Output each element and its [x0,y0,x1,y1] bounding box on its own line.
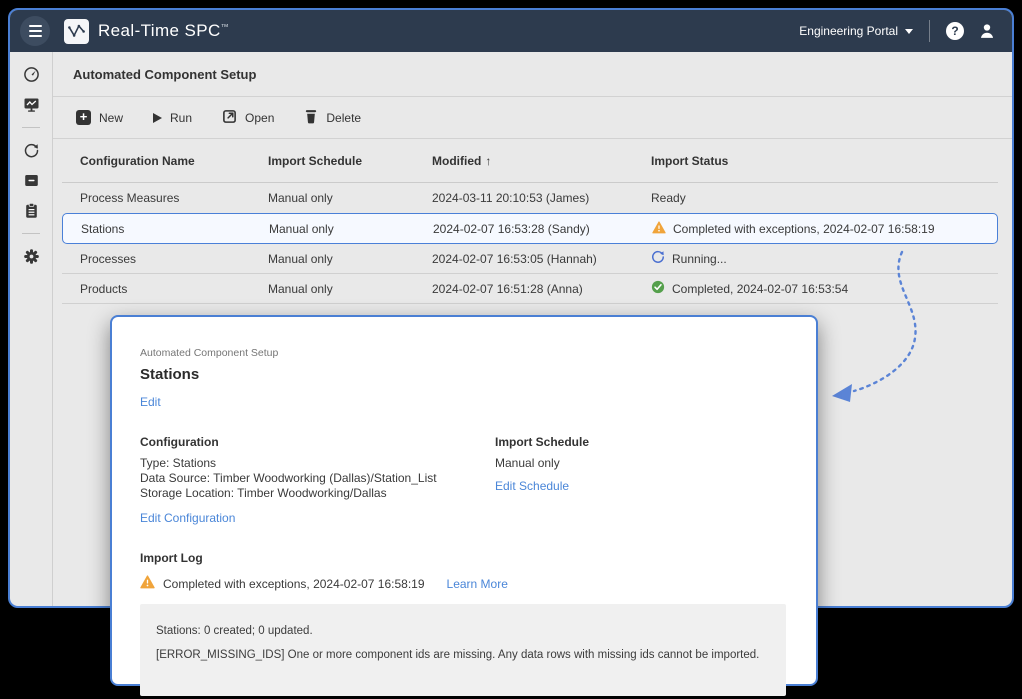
import-log-section: Import Log Completed with exceptions, 20… [140,551,786,696]
new-button[interactable]: + New [76,110,123,125]
open-button[interactable]: Open [222,109,274,127]
toolbar: + New Run Open [53,97,1012,139]
trash-icon [304,109,318,127]
edit-link[interactable]: Edit [140,395,161,409]
open-external-icon [222,109,237,127]
configuration-storage-location: Storage Location: Timber Woodworking/Dal… [140,486,495,501]
table-row[interactable]: Products Manual only 2024-02-07 16:51:28… [62,274,998,304]
settings-gear-icon[interactable] [22,247,40,265]
archive-box-icon[interactable] [22,171,40,189]
chevron-down-icon [905,29,913,34]
panel-breadcrumb: Automated Component Setup [140,347,786,359]
plus-icon: + [76,110,91,125]
page-title: Automated Component Setup [53,52,1012,97]
learn-more-link[interactable]: Learn More [447,577,508,591]
screenshot-frame: Real-Time SPC™ Engineering Portal ? [0,0,1022,699]
hamburger-menu-button[interactable] [20,16,50,46]
table-row[interactable]: Processes Manual only 2024-02-07 16:53:0… [62,244,998,274]
import-log-output: Stations: 0 created; 0 updated. [ERROR_M… [140,604,786,696]
play-icon [153,113,162,123]
sidebar-divider [22,127,40,128]
import-schedule-value: Manual only [495,456,786,471]
import-schedule-section: Import Schedule Manual only Edit Schedul… [495,435,786,525]
clipboard-icon[interactable] [22,201,40,219]
log-line: Stations: 0 created; 0 updated. [156,625,770,637]
header-divider [929,20,930,42]
import-schedule-heading: Import Schedule [495,435,786,449]
edit-schedule-link[interactable]: Edit Schedule [495,479,569,493]
monitor-chart-icon[interactable] [22,95,40,113]
panel-title: Stations [140,366,786,383]
import-log-status-text: Completed with exceptions, 2024-02-07 16… [163,577,425,591]
table-header-row: Configuration Name Import Schedule Modif… [62,139,998,183]
configuration-section: Configuration Type: Stations Data Source… [140,435,495,525]
table-row[interactable]: Process Measures Manual only 2024-03-11 … [62,183,998,213]
col-import-schedule[interactable]: Import Schedule [268,154,432,168]
run-button[interactable]: Run [153,111,192,125]
dashboard-gauge-icon[interactable] [22,65,40,83]
configuration-data-source: Data Source: Timber Woodworking (Dallas)… [140,471,495,486]
table-row-selected[interactable]: Stations Manual only 2024-02-07 16:53:28… [62,213,998,244]
configuration-heading: Configuration [140,435,495,449]
success-check-icon [651,280,665,297]
help-icon[interactable]: ? [946,22,964,40]
top-header: Real-Time SPC™ Engineering Portal ? [10,10,1012,52]
configurations-table: Configuration Name Import Schedule Modif… [62,139,998,304]
delete-button[interactable]: Delete [304,109,361,127]
portal-dropdown[interactable]: Engineering Portal [799,24,913,38]
col-configuration-name[interactable]: Configuration Name [80,154,268,168]
edit-configuration-link[interactable]: Edit Configuration [140,511,235,525]
col-import-status[interactable]: Import Status [651,154,998,168]
sync-icon[interactable] [22,141,40,159]
col-modified[interactable]: Modified↑ [432,154,651,168]
left-sidebar [10,52,53,608]
trademark-symbol: ™ [221,22,229,31]
portal-label: Engineering Portal [799,24,898,38]
app-title: Real-Time SPC™ [98,21,229,41]
warning-icon [140,575,155,592]
running-icon [651,250,665,267]
sort-ascending-icon: ↑ [485,154,491,168]
import-log-heading: Import Log [140,551,786,565]
configuration-type: Type: Stations [140,456,495,471]
log-line: [ERROR_MISSING_IDS] One or more componen… [156,649,770,661]
detail-panel: Automated Component Setup Stations Edit … [110,315,818,686]
app-logo-icon [64,19,89,44]
sidebar-divider [22,233,40,234]
user-account-icon[interactable] [978,22,996,40]
warning-icon [652,221,666,237]
